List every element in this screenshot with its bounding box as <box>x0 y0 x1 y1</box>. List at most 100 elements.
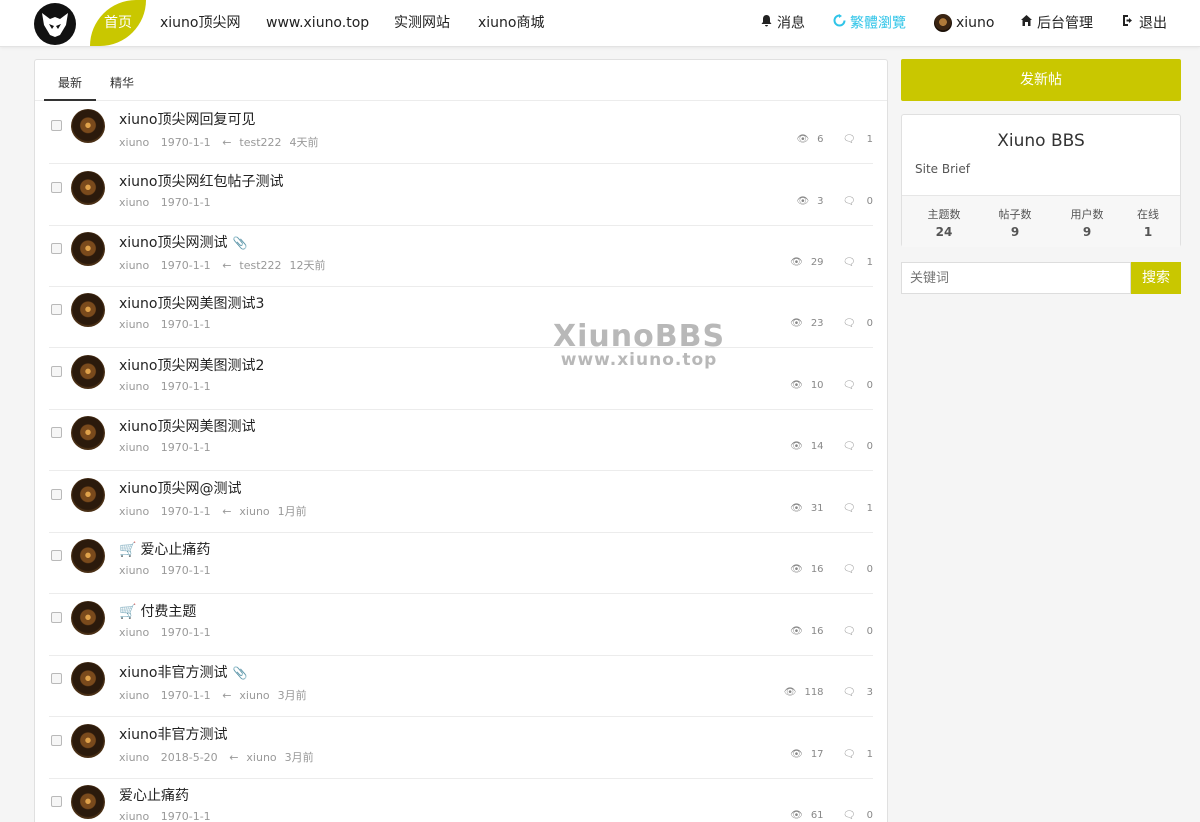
thread-author[interactable]: xiuno <box>119 196 149 209</box>
thread-last-user[interactable]: xiuno <box>239 505 269 518</box>
thread-avatar[interactable] <box>71 355 105 389</box>
thread-row[interactable]: 爱心止痛药 xiuno 1970-1-1 👁 61 🗨 0 <box>49 778 873 822</box>
thread-row[interactable]: xiuno顶尖网@测试 xiuno 1970-1-1 ← xiuno 1月前 👁 31… <box>49 471 873 533</box>
thread-avatar[interactable] <box>71 416 105 450</box>
thread-author[interactable]: xiuno <box>119 505 149 518</box>
tab-latest[interactable]: 最新 <box>44 60 96 101</box>
thread-meta: xiuno 1970-1-1 <box>119 564 219 577</box>
thread-last-user[interactable]: test222 <box>239 136 281 149</box>
thread-author[interactable]: xiuno <box>119 626 149 639</box>
thread-row[interactable]: xiuno非官方测试 📎 xiuno 1970-1-1 ← xiuno 3月前 👁 11… <box>49 655 873 717</box>
thread-row[interactable]: xiuno顶尖网美图测试2 xiuno 1970-1-1 👁 10 🗨 0 <box>49 348 873 410</box>
thread-checkbox[interactable] <box>51 366 62 377</box>
nav-user[interactable]: xiuno <box>934 0 995 47</box>
thread-avatar[interactable] <box>71 171 105 205</box>
thread-title-text[interactable]: xiuno非官方测试 <box>119 665 228 681</box>
thread-checkbox[interactable] <box>51 304 62 315</box>
thread-avatar[interactable] <box>71 109 105 143</box>
thread-title-text[interactable]: 爱心止痛药 <box>119 788 189 804</box>
thread-avatar[interactable] <box>71 724 105 758</box>
arrow-left-icon: ← <box>222 259 232 272</box>
thread-title[interactable]: 爱心止痛药 <box>119 785 189 805</box>
thread-last-user[interactable]: xiuno <box>239 689 269 702</box>
thread-avatar[interactable] <box>71 293 105 327</box>
thread-last-user[interactable]: xiuno <box>246 751 276 764</box>
thread-author[interactable]: xiuno <box>119 751 149 764</box>
thread-title-text[interactable]: xiuno顶尖网测试 <box>119 235 228 251</box>
thread-date: 1970-1-1 <box>160 136 211 149</box>
nav-item-xiuno-top[interactable]: xiuno顶尖网 <box>160 0 241 47</box>
thread-row[interactable]: xiuno顶尖网测试 📎 xiuno 1970-1-1 ← test222 12天前 … <box>49 225 873 287</box>
thread-checkbox[interactable] <box>51 120 62 131</box>
thread-author[interactable]: xiuno <box>119 318 149 331</box>
site-logo[interactable] <box>34 3 76 45</box>
thread-checkbox[interactable] <box>51 673 62 684</box>
thread-title[interactable]: xiuno非官方测试 <box>119 724 228 744</box>
thread-title-text[interactable]: xiuno顶尖网红包帖子测试 <box>119 174 284 190</box>
thread-row[interactable]: xiuno顶尖网回复可见 xiuno 1970-1-1 ← test222 4天前 … <box>49 102 873 164</box>
thread-title-text[interactable]: xiuno顶尖网@测试 <box>119 481 242 497</box>
nav-item-test-site[interactable]: 实测网站 <box>394 0 450 47</box>
search-button[interactable]: 搜索 <box>1131 262 1181 294</box>
thread-checkbox[interactable] <box>51 427 62 438</box>
thread-title-text[interactable]: xiuno顶尖网美图测试 <box>119 419 256 435</box>
nav-item-shop[interactable]: xiuno商城 <box>478 0 545 47</box>
thread-author[interactable]: xiuno <box>119 259 149 272</box>
nav-logout[interactable]: 退出 <box>1122 0 1167 47</box>
thread-checkbox[interactable] <box>51 612 62 623</box>
thread-title[interactable]: xiuno顶尖网回复可见 <box>119 109 256 129</box>
thread-title[interactable]: xiuno非官方测试 📎 <box>119 662 247 682</box>
thread-replies: 🗨 0 <box>835 441 873 452</box>
thread-avatar[interactable] <box>71 785 105 819</box>
thread-avatar[interactable] <box>71 232 105 266</box>
thread-title-text[interactable]: xiuno顶尖网美图测试2 <box>119 358 264 374</box>
thread-checkbox[interactable] <box>51 182 62 193</box>
thread-author[interactable]: xiuno <box>119 441 149 454</box>
cart-icon: 🛒 <box>119 604 137 620</box>
thread-checkbox[interactable] <box>51 550 62 561</box>
thread-checkbox[interactable] <box>51 489 62 500</box>
nav-home[interactable]: 首页 <box>90 0 146 46</box>
thread-title[interactable]: xiuno顶尖网美图测试 <box>119 416 256 436</box>
thread-date: 1970-1-1 <box>160 318 211 331</box>
thread-avatar[interactable] <box>71 539 105 573</box>
nav-item-website[interactable]: www.xiuno.top <box>266 0 369 47</box>
thread-title[interactable]: 🛒 付费主题 <box>119 601 196 621</box>
thread-row[interactable]: xiuno顶尖网美图测试3 xiuno 1970-1-1 👁 23 🗨 0 <box>49 286 873 348</box>
thread-title[interactable]: xiuno顶尖网美图测试2 <box>119 355 264 375</box>
thread-avatar[interactable] <box>71 662 105 696</box>
thread-author[interactable]: xiuno <box>119 810 149 822</box>
thread-row[interactable]: 🛒 爱心止痛药 xiuno 1970-1-1 👁 16 🗨 0 <box>49 532 873 594</box>
nav-admin[interactable]: 后台管理 <box>1020 0 1093 47</box>
thread-author[interactable]: xiuno <box>119 564 149 577</box>
thread-row[interactable]: xiuno顶尖网美图测试 xiuno 1970-1-1 👁 14 🗨 0 <box>49 409 873 471</box>
thread-avatar[interactable] <box>71 478 105 512</box>
thread-title-text[interactable]: xiuno非官方测试 <box>119 727 228 743</box>
tab-digest[interactable]: 精华 <box>110 60 134 101</box>
thread-title-text[interactable]: xiuno顶尖网回复可见 <box>119 112 256 128</box>
thread-checkbox[interactable] <box>51 796 62 807</box>
new-post-button[interactable]: 发新帖 <box>901 59 1181 101</box>
thread-title[interactable]: 🛒 爱心止痛药 <box>119 539 210 559</box>
thread-row[interactable]: xiuno顶尖网红包帖子测试 xiuno 1970-1-1 👁 3 🗨 0 <box>49 164 873 226</box>
thread-author[interactable]: xiuno <box>119 380 149 393</box>
thread-title-text[interactable]: xiuno顶尖网美图测试3 <box>119 296 264 312</box>
thread-title[interactable]: xiuno顶尖网红包帖子测试 <box>119 171 284 191</box>
thread-checkbox[interactable] <box>51 735 62 746</box>
thread-last-user[interactable]: test222 <box>239 259 281 272</box>
search-input[interactable] <box>901 262 1131 294</box>
thread-avatar[interactable] <box>71 601 105 635</box>
thread-author[interactable]: xiuno <box>119 136 149 149</box>
thread-date: 1970-1-1 <box>160 441 211 454</box>
thread-checkbox[interactable] <box>51 243 62 254</box>
thread-author[interactable]: xiuno <box>119 689 149 702</box>
thread-title[interactable]: xiuno顶尖网测试 📎 <box>119 232 247 252</box>
thread-title[interactable]: xiuno顶尖网@测试 <box>119 478 242 498</box>
thread-title[interactable]: xiuno顶尖网美图测试3 <box>119 293 264 313</box>
thread-title-text[interactable]: 付费主题 <box>140 604 196 620</box>
thread-row[interactable]: 🛒 付费主题 xiuno 1970-1-1 👁 16 🗨 0 <box>49 594 873 656</box>
thread-row[interactable]: xiuno非官方测试 xiuno 2018-5-20 ← xiuno 3月前 👁 17… <box>49 717 873 779</box>
thread-title-text[interactable]: 爱心止痛药 <box>140 542 210 558</box>
nav-messages[interactable]: 消息 <box>760 0 805 47</box>
nav-traditional[interactable]: 繁體瀏覽 <box>833 0 906 47</box>
